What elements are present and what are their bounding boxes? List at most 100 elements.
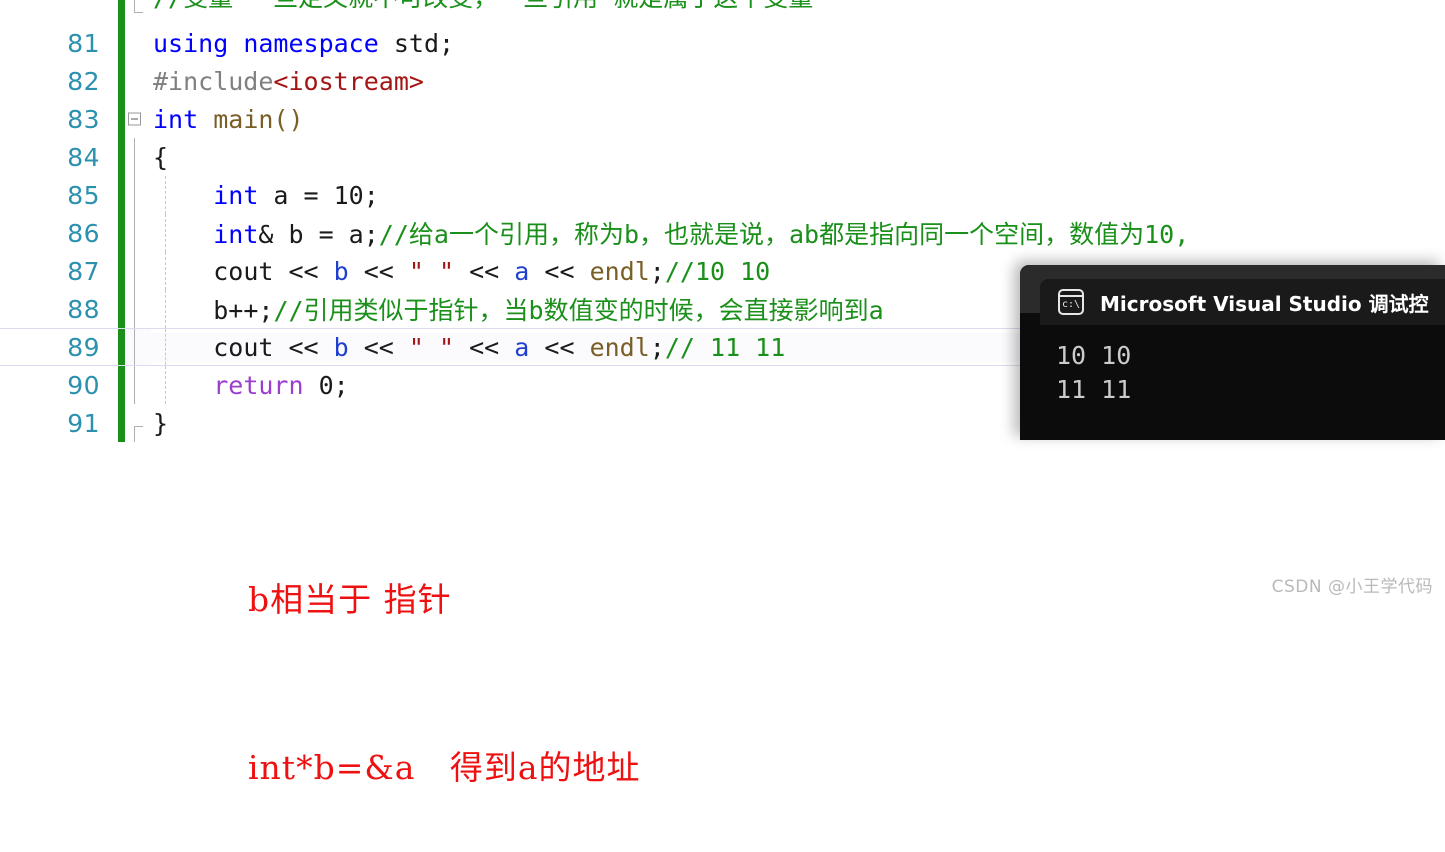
include-header-iostream: <iostream> [273, 66, 424, 96]
line-number-86: 86 [67, 218, 100, 248]
line-number-89: 89 [67, 332, 100, 362]
code-text-85: int a = 10; [151, 181, 1445, 210]
variable-b: b [333, 332, 349, 362]
indent-guide [165, 252, 166, 290]
string-literal-space: " " [408, 256, 455, 286]
structure-bracket-end [134, 0, 143, 13]
indent-guide [165, 214, 166, 252]
comment-token: //变量 一旦定义就不可改变，一旦引用 就是属于这个变量 [153, 0, 813, 12]
fold-gutter [125, 62, 151, 100]
stream-operator: << [454, 332, 515, 362]
fold-gutter [125, 214, 166, 252]
comment-87: //10 10 [664, 256, 771, 286]
fold-gutter [125, 366, 166, 404]
annotation-line-2: int*b=&a 得到a的地址 [248, 748, 641, 787]
fold-gutter [125, 404, 151, 442]
console-title: Microsoft Visual Studio 调试控 [1100, 291, 1429, 316]
fold-gutter-83[interactable] [125, 100, 151, 138]
change-bar [118, 252, 125, 290]
red-annotation-group: b相当于 指针 int*b=&a 得到a的地址 [248, 460, 641, 852]
variable-a: a [514, 332, 530, 362]
fold-gutter [125, 329, 166, 365]
code-line-84[interactable]: 84 { [0, 138, 1445, 176]
semicolon: ; [649, 332, 665, 362]
structure-bracket-start [134, 425, 143, 442]
change-bar [118, 0, 125, 24]
declaration-a: a = 10; [258, 180, 379, 210]
code-text-82: #include<iostream> [151, 67, 1445, 96]
structure-guide-line [134, 176, 135, 214]
console-output: 10 10 11 11 [1040, 325, 1445, 407]
structure-guide-line [134, 252, 135, 290]
line-number-83: 83 [67, 104, 100, 134]
comment-89: // 11 11 [664, 332, 786, 362]
stream-operator: << [529, 332, 590, 362]
stream-operator: << [348, 332, 409, 362]
line-number-87: 87 [67, 256, 100, 286]
console-cmd-icon: c:\ [1058, 289, 1084, 315]
fold-gutter [125, 24, 151, 62]
code-line-85[interactable]: 85 int a = 10; [0, 176, 1445, 214]
structure-guide-line [134, 366, 135, 404]
structure-guide-line [134, 214, 135, 252]
code-text-84: { [151, 143, 1445, 172]
stream-operator: << [529, 256, 590, 286]
stream-operator: << [348, 256, 409, 286]
change-bar [118, 138, 125, 176]
keyword-using: using [153, 28, 229, 58]
change-bar [118, 329, 125, 365]
identifier-std: std; [393, 28, 455, 58]
structure-guide-line [134, 329, 135, 365]
fold-gutter [125, 290, 166, 328]
fold-gutter [125, 138, 151, 176]
change-bar [118, 24, 125, 62]
change-bar [118, 62, 125, 100]
code-line-81[interactable]: 81 using namespace std; [0, 24, 1445, 62]
csdn-watermark: CSDN @小王学代码 [1271, 577, 1433, 597]
line-number-82: 82 [67, 66, 100, 96]
console-icon-label: c:\ [1061, 299, 1081, 310]
indent-guide [165, 366, 166, 404]
line-number-84: 84 [67, 142, 100, 172]
console-titlebar[interactable]: c:\ Microsoft Visual Studio 调试控 [1040, 279, 1445, 325]
debug-console-window[interactable]: c:\ Microsoft Visual Studio 调试控 10 10 11… [1020, 265, 1445, 440]
fold-gutter [125, 0, 151, 24]
change-bar [118, 404, 125, 442]
return-value: 0; [303, 370, 349, 400]
code-line-83[interactable]: 83 int main() [0, 100, 1445, 138]
collapse-minus-icon[interactable] [128, 112, 141, 126]
indent-guide [165, 329, 166, 365]
declaration-b: & b = a; [258, 220, 379, 249]
structure-guide-line [134, 138, 135, 176]
string-literal-space: " " [408, 332, 455, 362]
code-text-partial: //变量 一旦定义就不可改变，一旦引用 就是属于这个变量 [151, 0, 1445, 14]
change-bar [118, 100, 125, 138]
code-line-82[interactable]: 82 #include<iostream> [0, 62, 1445, 100]
comment-86: //给a一个引用，称为b，也就是说，ab都是指向同一个空间，数值为10, [378, 220, 1190, 249]
variable-b: b [333, 256, 349, 286]
endl-token: endl [589, 332, 650, 362]
line-number-85: 85 [67, 180, 100, 210]
keyword-namespace: namespace [243, 28, 379, 58]
code-line-partial-top: //变量 一旦定义就不可改变，一旦引用 就是属于这个变量 [0, 0, 1445, 24]
change-bar [118, 214, 125, 252]
change-bar [118, 176, 125, 214]
comment-88: //引用类似于指针，当b数值变的时候，会直接影响到a [273, 296, 884, 325]
console-output-line-2: 11 11 [1056, 375, 1132, 404]
change-bar [118, 366, 125, 404]
semicolon: ; [649, 256, 665, 286]
preprocessor-include: #include [153, 66, 274, 96]
code-line-86[interactable]: 86 int& b = a;//给a一个引用，称为b，也就是说，ab都是指向同一… [0, 214, 1445, 252]
code-text-86: int& b = a;//给a一个引用，称为b，也就是说，ab都是指向同一个空间… [151, 215, 1445, 251]
annotation-line-1: b相当于 指针 [248, 580, 452, 619]
stream-operator: << [454, 256, 515, 286]
structure-guide-line [134, 290, 135, 328]
console-window-inner: c:\ Microsoft Visual Studio 调试控 10 10 11… [1040, 279, 1445, 440]
fold-gutter [125, 176, 166, 214]
line-number-88: 88 [67, 294, 100, 324]
line-number-81: 81 [67, 28, 100, 58]
indent-guide [165, 176, 166, 214]
console-output-line-1: 10 10 [1056, 341, 1132, 370]
indent-guide [165, 290, 166, 328]
line-number-91: 91 [67, 408, 100, 438]
